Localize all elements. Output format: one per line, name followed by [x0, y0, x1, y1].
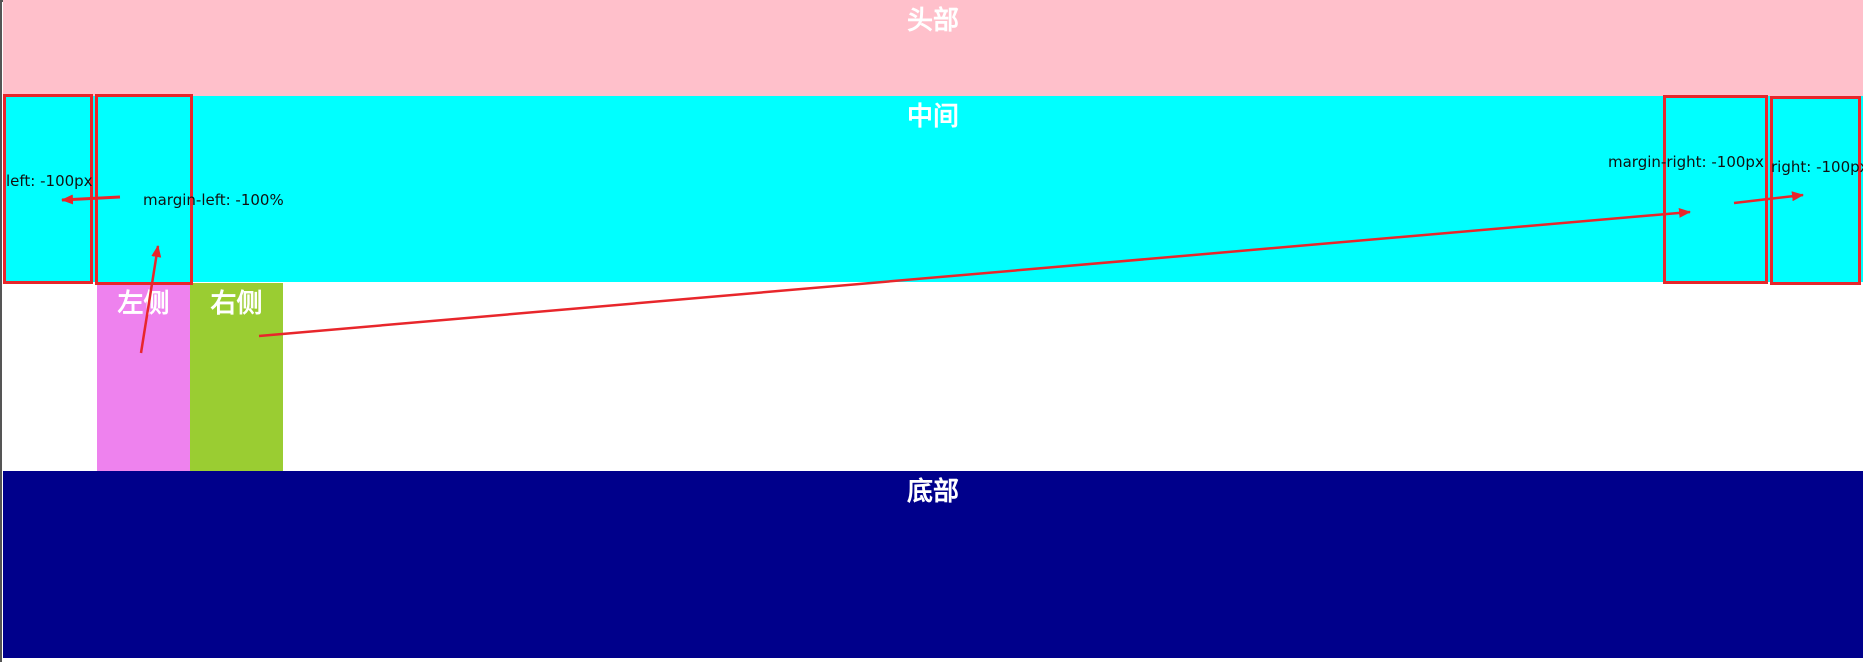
header-block: 头部 [3, 0, 1863, 96]
middle-label: 中间 [906, 102, 959, 132]
right-column-label: 右侧 [210, 289, 263, 319]
left-column-moved-outline [95, 94, 193, 285]
margin-right-note: margin-right: -100px [1608, 153, 1764, 171]
left-column-block: 左侧 [97, 283, 190, 471]
right-offset-outline [1770, 96, 1861, 285]
right-column-moved-outline [1663, 95, 1768, 284]
middle-block: 中间 [3, 96, 1863, 282]
footer-block: 底部 [3, 471, 1863, 658]
footer-label: 底部 [906, 477, 959, 507]
left-offset-note: left: -100px [6, 172, 93, 190]
header-label: 头部 [906, 6, 959, 36]
right-column-block: 右侧 [190, 283, 283, 471]
left-column-label: 左侧 [117, 289, 170, 319]
right-offset-note: right: -100px [1771, 158, 1863, 176]
margin-left-note: margin-left: -100% [143, 191, 284, 209]
